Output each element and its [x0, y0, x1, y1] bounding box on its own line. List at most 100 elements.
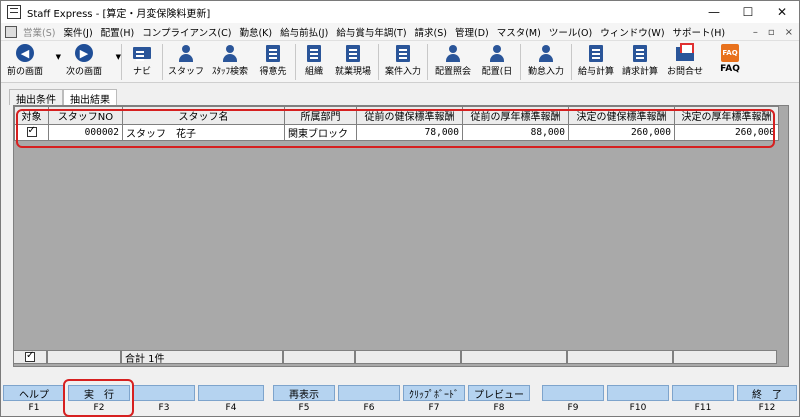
department-cell[interactable]: 関東ブロック	[284, 124, 357, 141]
close-button[interactable]: ✕	[765, 1, 799, 23]
payroll-calc-icon	[589, 44, 603, 62]
mdi-controls: – ▫ ×	[753, 23, 793, 41]
menu-jobs[interactable]: 案件(J)	[59, 25, 96, 39]
job-entry-button[interactable]: 案件入力	[381, 41, 425, 83]
toolbar-separator	[427, 44, 428, 80]
chevron-down-icon: ▼	[115, 53, 121, 61]
worksite-button[interactable]: 就業現場	[330, 41, 376, 83]
staff-no-cell[interactable]: 000002	[48, 124, 123, 141]
f1-key-label: F1	[28, 403, 40, 413]
f3-key-label: F3	[158, 403, 170, 413]
menu-placement[interactable]: 配置(H)	[97, 25, 139, 39]
inquiry-mail-icon	[676, 43, 694, 61]
menu-support[interactable]: サポート(H)	[669, 25, 730, 39]
placement-inquiry-button[interactable]: 配置照会	[430, 41, 476, 83]
menu-attendance[interactable]: 勤怠(K)	[235, 25, 276, 39]
staff-button[interactable]: スタッフ	[165, 41, 207, 83]
f9-button[interactable]	[542, 385, 604, 401]
staff-name-cell[interactable]: スタッフ 花子	[122, 124, 285, 141]
staff-search-label: ｽﾀｯﾌ検索	[211, 67, 248, 77]
maximize-button[interactable]: ☐	[731, 1, 765, 23]
billing-calc-label: 請求計算	[621, 67, 658, 77]
tab-extraction-results[interactable]: 抽出結果	[63, 89, 117, 106]
forward-arrow-icon: ▶	[75, 44, 93, 62]
menu-salary-bonus[interactable]: 給与賞与年調(T)	[332, 25, 410, 39]
f2-execute-button[interactable]: 実 行	[68, 385, 130, 401]
col-staff-name[interactable]: スタッフ名	[122, 106, 285, 125]
document-menu-icon[interactable]	[5, 25, 17, 38]
billing-calc-button[interactable]: 請求計算	[618, 41, 662, 83]
new-pension-cell[interactable]: 260,000	[674, 124, 779, 141]
target-checkbox[interactable]	[26, 125, 37, 137]
col-target[interactable]: 対象	[14, 106, 49, 125]
f7-key-label: F7	[428, 403, 440, 413]
f6-key-label: F6	[363, 403, 375, 413]
f7-clipboard-button[interactable]: ｸﾘｯﾌﾟﾎﾞｰﾄﾞ	[403, 385, 465, 401]
payroll-calc-label: 給与計算	[577, 67, 614, 77]
table-row[interactable]: 000002 スタッフ 花子 関東ブロック 78,000 88,000 260,…	[14, 124, 779, 141]
function-key-bar: ヘルプ F1 実 行 F2 F3 F4 再表示 F5 F6 ｸﾘｯﾌﾟﾎﾞｰﾄﾞ…	[1, 385, 799, 417]
forward-label: 次の画面	[65, 67, 102, 77]
tab-extraction-conditions[interactable]: 抽出条件	[9, 89, 63, 106]
f11-button[interactable]	[672, 385, 734, 401]
toolbar-separator	[295, 44, 296, 80]
prev-pension-cell[interactable]: 88,000	[462, 124, 569, 141]
placement-daily-button[interactable]: 配置(日	[476, 41, 518, 83]
menu-tools[interactable]: ツール(O)	[545, 25, 596, 39]
new-health-cell[interactable]: 260,000	[568, 124, 675, 141]
back-button[interactable]: ◀ 前の画面	[1, 41, 49, 83]
toolbar-separator	[162, 44, 163, 80]
footer-select-all-cell[interactable]	[13, 350, 47, 364]
window-controls: — ☐ ✕	[697, 1, 799, 23]
menu-window[interactable]: ウィンドウ(W)	[596, 25, 668, 39]
customer-icon	[266, 44, 280, 62]
inquiry-button[interactable]: お問合せ	[662, 41, 708, 83]
f6-button[interactable]	[338, 385, 400, 401]
forward-dropdown[interactable]: ▼	[109, 41, 121, 83]
menu-compliance[interactable]: コンプライアンス(C)	[138, 25, 235, 39]
f3-button[interactable]	[133, 385, 195, 401]
toolbar-separator	[378, 44, 379, 80]
menu-billing[interactable]: 請求(S)	[411, 25, 451, 39]
col-prev-pension[interactable]: 従前の厚年標準報酬	[462, 106, 569, 125]
footer-cell	[355, 350, 461, 364]
job-entry-label: 案件入力	[384, 67, 421, 77]
f12-exit-button[interactable]: 終 了	[737, 385, 797, 401]
f8-preview-button[interactable]: プレビュー	[468, 385, 530, 401]
mdi-restore-button[interactable]: ▫	[768, 27, 775, 38]
menu-management[interactable]: 管理(D)	[451, 25, 493, 39]
prev-health-cell[interactable]: 78,000	[356, 124, 463, 141]
col-prev-health[interactable]: 従前の健保標準報酬	[356, 106, 463, 125]
menu-sales[interactable]: 営業(S)	[19, 25, 59, 39]
f10-button[interactable]	[607, 385, 669, 401]
mdi-close-button[interactable]: ×	[785, 27, 793, 38]
payroll-calc-button[interactable]: 給与計算	[574, 41, 618, 83]
forward-button[interactable]: ▶ 次の画面	[59, 41, 109, 83]
minimize-button[interactable]: —	[697, 1, 731, 23]
summary-footer: 合計 1件	[13, 350, 789, 365]
menu-salary-advance[interactable]: 給与前払(J)	[276, 25, 332, 39]
organization-label: 組織	[304, 67, 323, 77]
mdi-minimize-button[interactable]: –	[753, 27, 758, 38]
back-arrow-icon: ◀	[16, 44, 34, 62]
select-all-checkbox[interactable]	[25, 350, 35, 362]
customer-button[interactable]: 得意先	[253, 41, 293, 83]
col-department[interactable]: 所属部門	[284, 106, 357, 125]
billing-calc-icon	[633, 44, 647, 62]
attendance-entry-button[interactable]: 勤怠入力	[523, 41, 569, 83]
faq-button[interactable]: FAQ FAQ	[708, 41, 752, 83]
col-new-pension[interactable]: 決定の厚年標準報酬	[674, 106, 779, 125]
f1-help-button[interactable]: ヘルプ	[3, 385, 65, 401]
f4-button[interactable]	[198, 385, 264, 401]
col-new-health[interactable]: 決定の健保標準報酬	[568, 106, 675, 125]
row-target-cell[interactable]	[14, 124, 49, 141]
organization-button[interactable]: 組織	[298, 41, 330, 83]
f4-key-label: F4	[225, 403, 237, 413]
staff-search-button[interactable]: ｽﾀｯﾌ検索	[207, 41, 253, 83]
f5-refresh-button[interactable]: 再表示	[273, 385, 335, 401]
menu-master[interactable]: マスタ(M)	[493, 25, 545, 39]
col-staff-no[interactable]: スタッフNO	[48, 106, 123, 125]
back-dropdown[interactable]: ▼	[49, 41, 61, 83]
navi-button[interactable]: ナビ	[124, 41, 160, 83]
staff-search-icon	[222, 44, 238, 62]
